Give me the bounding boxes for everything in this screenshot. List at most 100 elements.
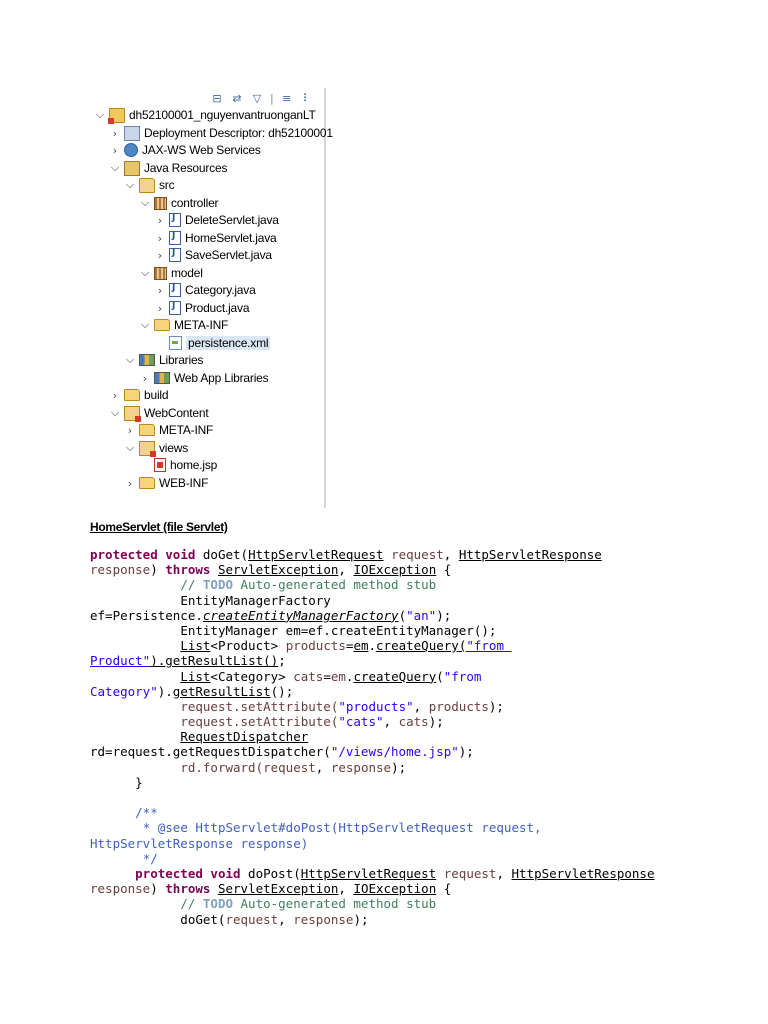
view-menu-icon[interactable]: ≡ — [280, 92, 294, 105]
web-project-icon — [108, 107, 125, 124]
chevron-right-icon[interactable]: › — [139, 372, 151, 385]
tree-item-project[interactable]: ⌵ dh52100001_nguyenvantruonganLT — [94, 107, 316, 124]
java-resources-icon — [124, 160, 140, 176]
web-folder-icon — [139, 440, 156, 457]
deployment-descriptor-icon — [124, 125, 140, 141]
tree-item-label: home.jsp — [170, 458, 218, 472]
web-services-icon — [124, 143, 138, 157]
section-heading: HomeServlet (file Servlet) — [90, 520, 228, 534]
chevron-right-icon[interactable]: › — [124, 424, 136, 437]
folder-open-icon — [154, 319, 170, 331]
tree-item-web-inf[interactable]: › WEB-INF — [124, 475, 209, 491]
tree-item-model[interactable]: ⌵ model — [139, 265, 203, 281]
code-line: protected void doGet(HttpServletRequest … — [90, 547, 602, 562]
tree-item-label: views — [159, 441, 189, 455]
chevron-right-icon[interactable]: › — [154, 284, 166, 297]
chevron-right-icon[interactable]: › — [154, 232, 166, 245]
minimize-icon[interactable]: ⠇ — [300, 92, 314, 105]
chevron-down-icon[interactable]: ⌵ — [139, 266, 151, 280]
tree-item-jaxws[interactable]: › JAX-WS Web Services — [109, 142, 261, 158]
chevron-down-icon[interactable]: ⌵ — [124, 441, 136, 455]
code-line: HttpServletResponse response) — [90, 835, 309, 851]
code-line: List<Product> products=em.createQuery("f… — [180, 638, 512, 654]
code-line: protected void doPost(HttpServletRequest… — [135, 865, 655, 881]
tree-item-persistence[interactable]: persistence.xml — [154, 335, 271, 351]
code-line: Product").getResultList(); — [90, 653, 286, 669]
chevron-right-icon[interactable]: › — [109, 389, 121, 402]
code-line: // TODO Auto-generated method stub — [180, 896, 437, 912]
code-line: // TODO Auto-generated method stub — [180, 577, 437, 593]
filter-icon[interactable]: ▽ — [250, 92, 264, 105]
tree-item-home-servlet[interactable]: › HomeServlet.java — [154, 230, 277, 246]
code-line: request.setAttribute("products", product… — [180, 698, 504, 714]
tree-item-deployment-descriptor[interactable]: › Deployment Descriptor: dh52100001 — [109, 125, 333, 141]
chevron-right-icon[interactable]: › — [154, 249, 166, 262]
chevron-right-icon[interactable]: › — [124, 477, 136, 490]
tree-item-label: controller — [171, 196, 219, 210]
chevron-right-icon[interactable]: › — [154, 214, 166, 227]
tree-item-label: JAX-WS Web Services — [142, 143, 261, 157]
tree-item-label: HomeServlet.java — [185, 231, 277, 245]
tree-item-libraries[interactable]: ⌵ Libraries — [124, 352, 204, 368]
tree-item-label: src — [159, 178, 175, 192]
chevron-down-icon[interactable]: ⌵ — [94, 108, 106, 122]
java-file-icon — [169, 248, 181, 262]
code-line: Category").getResultList(); — [90, 683, 294, 699]
tree-item-label: SaveServlet.java — [185, 248, 272, 262]
tree-item-src[interactable]: ⌵ src — [124, 177, 175, 193]
tree-item-label: META-INF — [174, 318, 229, 332]
tree-item-label: Java Resources — [144, 161, 228, 175]
tree-item-label: Category.java — [185, 283, 256, 297]
code-line: response) throws ServletException, IOExc… — [90, 562, 452, 578]
tree-item-label: WEB-INF — [159, 476, 209, 490]
chevron-down-icon[interactable]: ⌵ — [124, 178, 136, 192]
tree-item-build[interactable]: › build — [109, 387, 169, 403]
tree-item-label: Web App Libraries — [174, 371, 269, 385]
project-explorer: ⊟ ⇄ ▽ | ≡ ⠇ ⌵ dh52100001_nguyenvantruong… — [90, 88, 333, 508]
java-file-icon — [169, 283, 181, 297]
chevron-right-icon[interactable]: › — [109, 144, 121, 157]
chevron-right-icon[interactable]: › — [154, 302, 166, 315]
tree-item-label: build — [144, 388, 169, 402]
tree-item-save-servlet[interactable]: › SaveServlet.java — [154, 247, 272, 263]
tree-item-java-resources[interactable]: ⌵ Java Resources — [109, 160, 227, 176]
tree-item-label: DeleteServlet.java — [185, 213, 279, 227]
tree-item-label: model — [171, 266, 203, 280]
java-file-icon — [169, 213, 181, 227]
chevron-down-icon[interactable]: ⌵ — [124, 353, 136, 367]
java-file-icon — [169, 231, 181, 245]
chevron-right-icon[interactable]: › — [109, 127, 121, 140]
code-line: rd.forward(request, response); — [180, 759, 407, 775]
toolbar-separator: | — [270, 91, 274, 105]
chevron-down-icon[interactable]: ⌵ — [109, 161, 121, 175]
chevron-down-icon[interactable]: ⌵ — [139, 196, 151, 210]
tree-item-home-jsp[interactable]: home.jsp — [139, 457, 217, 473]
code-line: */ — [142, 850, 158, 866]
tree-item-webcontent[interactable]: ⌵ WebContent — [109, 405, 209, 422]
code-line: /** — [135, 805, 158, 821]
chevron-down-icon[interactable]: ⌵ — [139, 318, 151, 332]
tree-item-label: persistence.xml — [186, 336, 271, 350]
code-line: EntityManager em=ef.createEntityManager(… — [180, 622, 497, 638]
folder-icon — [124, 389, 140, 401]
collapse-all-icon[interactable]: ⊟ — [210, 92, 224, 105]
tree-item-meta-inf[interactable]: ⌵ META-INF — [139, 317, 229, 333]
chevron-down-icon[interactable]: ⌵ — [109, 406, 121, 420]
tree-item-views[interactable]: ⌵ views — [124, 440, 189, 457]
code-line: RequestDispatcher — [180, 729, 309, 745]
tree-item-delete-servlet[interactable]: › DeleteServlet.java — [154, 212, 279, 228]
tree-item-controller[interactable]: ⌵ controller — [139, 195, 219, 211]
tree-item-product[interactable]: › Product.java — [154, 300, 250, 316]
libraries-icon — [139, 354, 155, 366]
code-line: List<Category> cats=em.createQuery("from — [180, 668, 482, 684]
tree-item-webcontent-meta-inf[interactable]: › META-INF — [124, 422, 214, 438]
panel-divider — [324, 88, 326, 508]
tree-item-category[interactable]: › Category.java — [154, 282, 256, 298]
link-editor-icon[interactable]: ⇄ — [230, 92, 244, 105]
tree-item-label: Product.java — [185, 301, 250, 315]
code-line: * @see HttpServlet#doPost(HttpServletReq… — [142, 820, 542, 836]
tree-item-web-app-libraries[interactable]: › Web App Libraries — [139, 370, 269, 386]
explorer-toolbar: ⊟ ⇄ ▽ | ≡ ⠇ — [210, 90, 314, 106]
code-line: response) throws ServletException, IOExc… — [90, 881, 452, 897]
